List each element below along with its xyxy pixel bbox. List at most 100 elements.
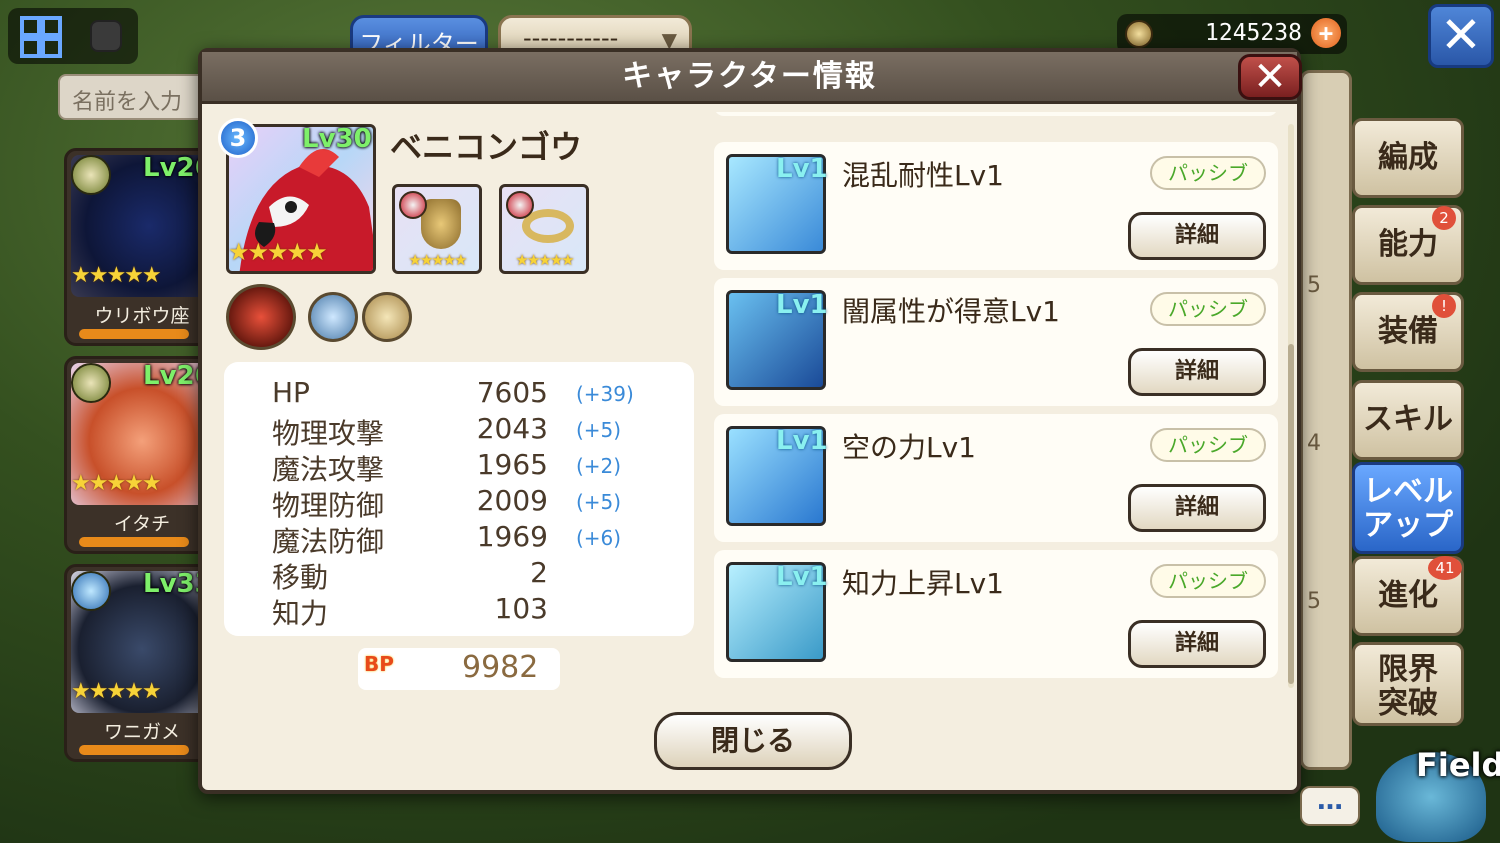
- partial-number: 4: [1307, 431, 1321, 456]
- sidebar-item-formation[interactable]: 編成: [1352, 118, 1464, 198]
- add-currency-icon[interactable]: +: [1311, 18, 1341, 48]
- skill-name: 混乱耐性Lv1: [842, 159, 1004, 192]
- wind-element-icon: [71, 155, 111, 195]
- equipment-slot[interactable]: ★★★★★: [499, 184, 589, 274]
- character-level: Lv30: [302, 124, 372, 154]
- list-item-name: イタチ: [113, 513, 171, 535]
- stat-value: 103: [494, 592, 548, 625]
- skill-list-scrollbar[interactable]: [1288, 124, 1294, 688]
- stat-label: 魔法攻撃: [272, 453, 385, 486]
- skill-name: 闇属性が得意Lv1: [842, 295, 1060, 328]
- wing-icon[interactable]: [308, 292, 358, 342]
- stat-row: 魔法防御 1969 (+6): [272, 520, 672, 558]
- character-info-modal: キャラクター情報 ✕ 3 Lv30 ★★★★★ ベニコンゴウ ★★★★★ ★★★…: [198, 48, 1302, 794]
- stat-label: HP: [272, 376, 310, 409]
- stat-bonus: (+2): [576, 454, 622, 478]
- parrot-icon: [399, 191, 427, 219]
- list-view-icon[interactable]: [90, 20, 122, 52]
- stat-value: 7605: [476, 376, 548, 409]
- list-item-stars: ★★★★★: [71, 679, 162, 704]
- water-element-icon: [71, 571, 111, 611]
- stat-bonus: (+5): [576, 490, 622, 514]
- stat-label: 魔法防御: [272, 525, 385, 558]
- passive-tag: パッシブ: [1150, 292, 1266, 326]
- sidebar-item-label: 能力: [1378, 227, 1438, 262]
- passive-tag: パッシブ: [1150, 564, 1266, 598]
- sidebar-item-limit-break[interactable]: 限界 突破: [1352, 642, 1464, 726]
- skill-row: Lv1 闇属性が得意Lv1 パッシブ 詳細: [714, 278, 1278, 406]
- character-name: ベニコンゴウ: [390, 128, 583, 166]
- exp-bar: [79, 745, 189, 755]
- stat-value: 2009: [476, 484, 548, 517]
- skill-row: Lv1 空の力Lv1 パッシブ 詳細: [714, 414, 1278, 542]
- name-search-input[interactable]: 名前を入力: [58, 74, 208, 120]
- stat-row: 知力 103: [272, 592, 672, 630]
- list-item-name: ワニガメ: [103, 721, 180, 743]
- exp-bar: [79, 329, 189, 339]
- partial-number: 5: [1307, 589, 1321, 614]
- notification-badge: 41: [1428, 556, 1462, 580]
- scrollbar-thumb[interactable]: [1288, 344, 1294, 684]
- detail-button[interactable]: 詳細: [1128, 620, 1266, 668]
- bp-icon: BP: [364, 652, 394, 676]
- rank-badge: 3: [218, 118, 258, 158]
- equipment-stars: ★★★★★: [408, 251, 467, 269]
- field-label: Field: [1416, 746, 1500, 784]
- equipment-stars: ★★★★★: [515, 251, 574, 269]
- passive-tag: パッシブ: [1150, 156, 1266, 190]
- stat-row: 物理防御 2009 (+5): [272, 484, 672, 522]
- screen-close-button[interactable]: ✕: [1428, 4, 1494, 68]
- stat-label: 移動: [272, 561, 329, 594]
- stats-panel: HP 7605 (+39) 物理攻撃 2043 (+5) 魔法攻撃 1965 (+2) 物理…: [224, 362, 694, 636]
- close-button[interactable]: 閉じる: [654, 712, 852, 770]
- chat-button[interactable]: …: [1300, 786, 1360, 826]
- equipment-slot[interactable]: ★★★★★: [392, 184, 482, 274]
- skull-emblem-icon[interactable]: [226, 284, 296, 350]
- stat-row: HP 7605 (+39): [272, 376, 672, 412]
- sidebar-item-levelup[interactable]: レベル アップ: [1352, 462, 1464, 554]
- list-item-stars: ★★★★★: [71, 263, 162, 288]
- sidebar-item-skill[interactable]: スキル: [1352, 380, 1464, 460]
- stat-row: 物理攻撃 2043 (+5): [272, 412, 672, 450]
- passive-tag: パッシブ: [1150, 428, 1266, 462]
- stat-value: 1965: [476, 448, 548, 481]
- skill-name: 空の力Lv1: [842, 431, 976, 464]
- compass-icon[interactable]: [362, 292, 412, 342]
- stat-row: 移動 2: [272, 556, 672, 594]
- skill-list[interactable]: Lv1 混乱耐性Lv1 パッシブ 詳細 Lv1 闇属性が得意Lv1 パッシブ 詳…: [714, 112, 1286, 692]
- modal-title: キャラクター情報: [202, 52, 1297, 104]
- coin-icon: [1125, 20, 1153, 48]
- skill-row: Lv1 知力上昇Lv1 パッシブ 詳細: [714, 550, 1278, 678]
- stat-value: 2043: [476, 412, 548, 445]
- modal-close-button[interactable]: ✕: [1238, 54, 1302, 100]
- list-item[interactable]: Lv26 ★★★★★ ウリボウ座: [64, 148, 214, 346]
- armor-icon: [421, 199, 461, 249]
- detail-button[interactable]: 詳細: [1128, 484, 1266, 532]
- bp-display: BP 9982: [358, 648, 560, 690]
- currency-value: 1245238: [1205, 20, 1302, 46]
- list-item-stars: ★★★★★: [71, 471, 162, 496]
- detail-button[interactable]: 詳細: [1128, 348, 1266, 396]
- list-item[interactable]: Lv26 ★★★★★ イタチ: [64, 356, 214, 554]
- sidebar-item-label: 進化: [1378, 578, 1438, 613]
- alert-badge: !: [1432, 294, 1456, 318]
- wind-element-icon: [71, 363, 111, 403]
- stat-label: 知力: [272, 597, 329, 630]
- stat-bonus: (+5): [576, 418, 622, 442]
- skill-row: Lv1 混乱耐性Lv1 パッシブ 詳細: [714, 142, 1278, 270]
- skill-level: Lv1: [776, 154, 828, 184]
- list-item: [714, 112, 1278, 116]
- skill-level: Lv1: [776, 562, 828, 592]
- grid-view-icon[interactable]: [20, 16, 62, 58]
- field-button[interactable]: Field: [1370, 730, 1500, 843]
- notification-badge: 2: [1432, 206, 1456, 230]
- partial-number: 5: [1307, 273, 1321, 298]
- skill-name: 知力上昇Lv1: [842, 567, 1004, 600]
- stat-label: 物理攻撃: [272, 417, 385, 450]
- exp-bar: [79, 537, 189, 547]
- detail-button[interactable]: 詳細: [1128, 212, 1266, 260]
- sidebar-item-label: 装備: [1378, 314, 1438, 349]
- list-item[interactable]: Lv33 ★★★★★ ワニガメ: [64, 564, 214, 762]
- bp-value: 9982: [462, 650, 539, 685]
- skill-level: Lv1: [776, 426, 828, 456]
